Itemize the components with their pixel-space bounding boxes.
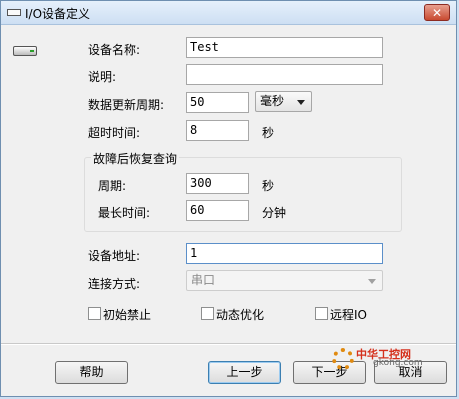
prev-button[interactable]: 上一步 [208, 361, 281, 384]
max-time-input[interactable]: 60 [186, 200, 249, 221]
timeout-unit: 秒 [262, 126, 275, 140]
connection-mode-label: 连接方式: [88, 277, 141, 291]
io-device-icon [13, 46, 37, 56]
recovery-period-unit: 秒 [262, 179, 275, 193]
dynamic-optimize-label: 动态优化 [216, 308, 265, 322]
update-period-input[interactable]: 50 [186, 92, 249, 113]
device-address-input[interactable]: 1 [186, 243, 383, 264]
remote-io-checkbox[interactable] [315, 307, 328, 320]
update-period-unit-select[interactable]: 毫秒 [255, 91, 312, 112]
timeout-label: 超时时间: [88, 126, 141, 140]
window-icon [7, 9, 21, 16]
recovery-query-group-title: 故障后恢复查询 [91, 150, 180, 167]
max-time-label: 最长时间: [98, 206, 151, 220]
io-device-dialog: I/O设备定义 ✕ 设备名称: Test 说明: 数据更新周期: 50 毫秒 超… [0, 0, 457, 397]
max-time-unit: 分钟 [262, 206, 287, 220]
update-period-label: 数据更新周期: [88, 98, 165, 112]
button-separator [1, 343, 456, 345]
description-input[interactable] [186, 64, 383, 85]
connection-mode-select[interactable]: 串口 [186, 270, 383, 291]
initial-disable-label: 初始禁止 [103, 308, 152, 322]
next-button[interactable]: 下一步 [293, 361, 366, 384]
dynamic-optimize-checkbox[interactable] [201, 307, 214, 320]
description-label: 说明: [88, 70, 117, 84]
window-title: I/O设备定义 [25, 7, 91, 21]
timeout-input[interactable]: 8 [186, 120, 249, 141]
help-button[interactable]: 帮助 [55, 361, 128, 384]
title-bar: I/O设备定义 ✕ [1, 1, 456, 25]
device-address-label: 设备地址: [88, 249, 141, 263]
chevron-down-icon [297, 100, 305, 105]
chevron-down-icon [368, 279, 376, 284]
close-button[interactable]: ✕ [424, 4, 450, 21]
watermark-gear-icon [332, 348, 354, 370]
initial-disable-checkbox[interactable] [88, 307, 101, 320]
recovery-period-label: 周期: [98, 179, 127, 193]
connection-mode-value: 串口 [191, 273, 216, 287]
update-period-unit-value: 毫秒 [260, 94, 285, 108]
device-name-input[interactable]: Test [186, 37, 383, 58]
device-name-label: 设备名称: [88, 43, 141, 57]
remote-io-label: 远程IO [330, 308, 367, 322]
recovery-period-input[interactable]: 300 [186, 173, 249, 194]
watermark-subtext: gkong.com [373, 358, 423, 368]
